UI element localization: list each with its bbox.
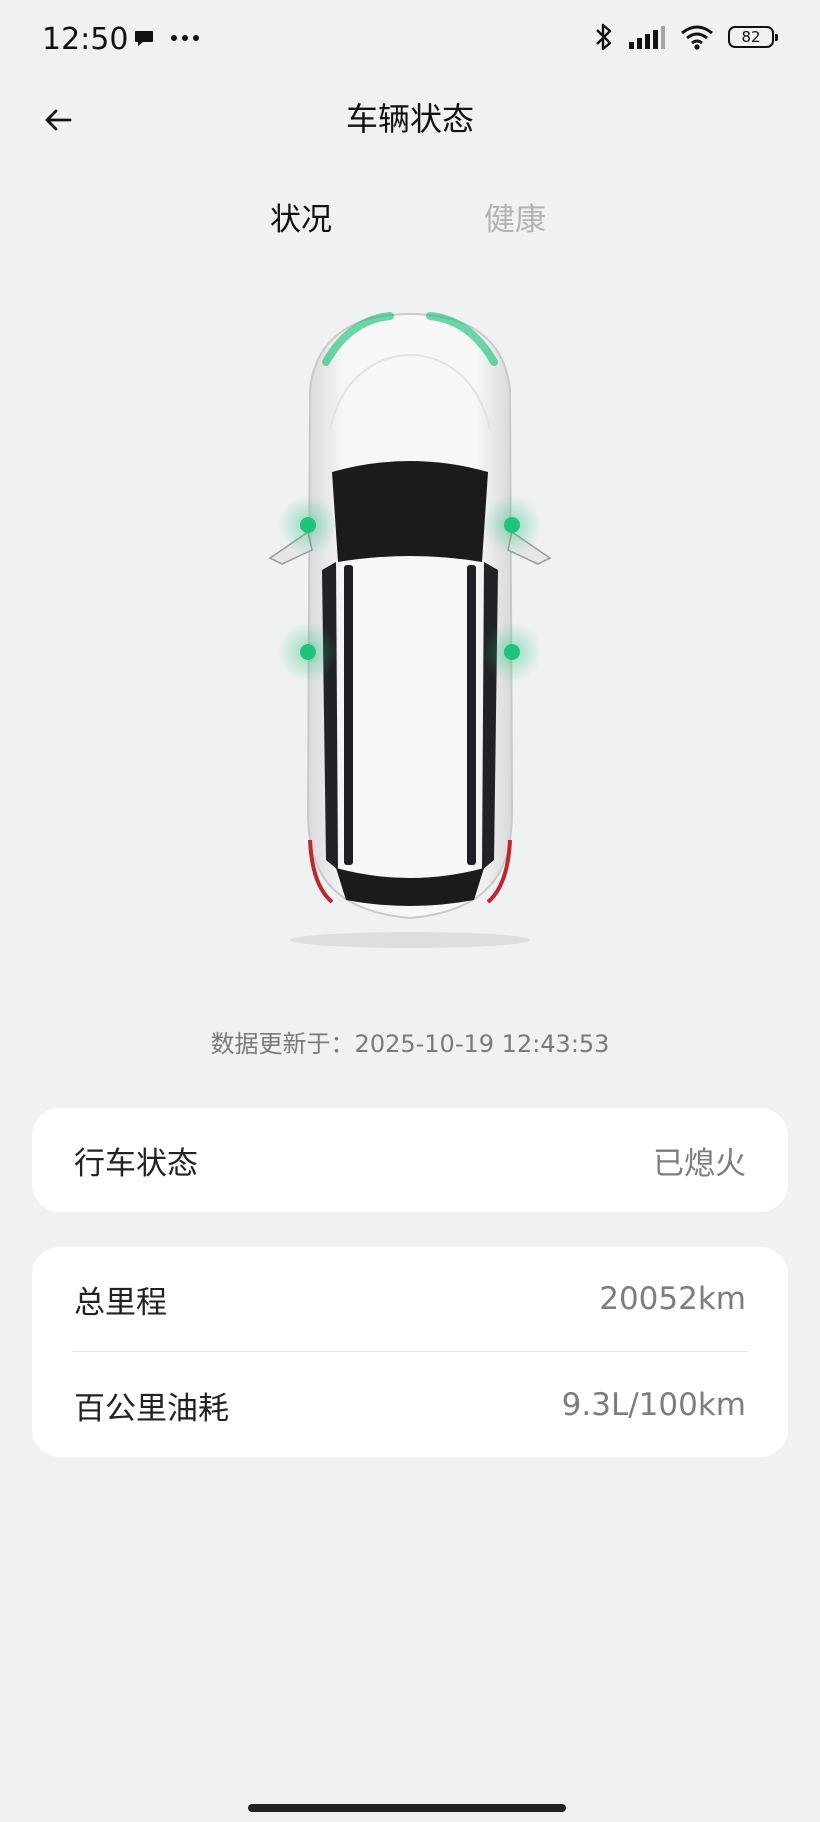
tab-condition[interactable]: 状况	[270, 194, 332, 239]
driving-status-value: 已熄火	[653, 1145, 746, 1182]
driving-status-card: 行车状态 已熄火	[32, 1108, 788, 1212]
total-mileage-label: 总里程	[74, 1284, 167, 1321]
tab-health[interactable]: 健康	[484, 194, 546, 239]
driving-status-label: 行车状态	[74, 1145, 198, 1182]
page-title: 车辆状态	[345, 100, 474, 138]
data-update-time: 数据更新于：2025-10-19 12:43:53	[210, 1030, 610, 1058]
home-indicator[interactable]	[248, 1804, 566, 1812]
status-left-icons	[132, 26, 200, 50]
bluetooth-icon	[596, 23, 612, 51]
status-right-icons: 82	[594, 22, 778, 52]
tabs: 状况 健康	[0, 194, 820, 244]
battery-icon: 82	[728, 26, 778, 48]
driving-status-row: 行车状态 已熄火	[32, 1108, 788, 1212]
car-top-view-image	[268, 312, 552, 948]
metrics-card: 总里程 20052km 百公里油耗 9.3L/100km	[32, 1247, 788, 1457]
battery-level: 82	[741, 28, 761, 46]
more-dots-icon	[171, 35, 199, 41]
divider	[72, 1351, 748, 1352]
total-mileage-value: 20052km	[599, 1281, 746, 1317]
total-mileage-row: 总里程 20052km	[32, 1247, 788, 1351]
signal-icon	[629, 26, 665, 49]
status-bar: 12:50 82	[0, 0, 820, 84]
wifi-icon	[681, 25, 713, 50]
fuel-consumption-label: 百公里油耗	[74, 1390, 229, 1427]
fuel-consumption-value: 9.3L/100km	[561, 1387, 746, 1423]
nav-bar: 车辆状态	[0, 84, 820, 174]
chat-bubble-icon	[135, 31, 153, 46]
fuel-consumption-row: 百公里油耗 9.3L/100km	[32, 1353, 788, 1457]
status-time: 12:50	[42, 22, 129, 57]
vehicle-illustration	[260, 300, 560, 950]
